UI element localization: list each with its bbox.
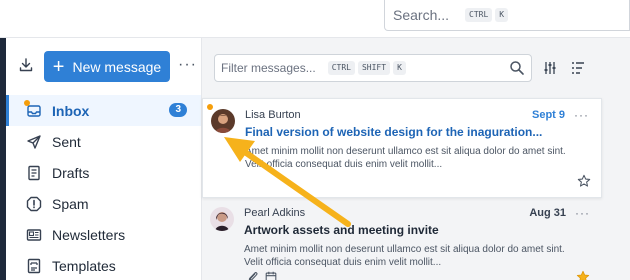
message-card[interactable]: Pearl Adkins Aug 31 ··· Artwork assets a… [202,201,602,280]
message-sender: Pearl Adkins [244,207,306,219]
message-preview: Amet minim mollit non deserunt ullamco e… [244,244,565,268]
sidebar-item-label: Templates [52,257,116,274]
top-bar: Search... CTRL K [0,0,630,38]
message-list-pane: Filter messages... CTRL SHIFT K Lisa Bur… [202,38,630,280]
sidebar-item-label: Sent [52,133,81,150]
unread-count-badge: 3 [169,103,187,117]
filter-messages-input[interactable]: Filter messages... CTRL SHIFT K [214,54,532,82]
global-search-placeholder: Search... [393,7,450,23]
sidebar-item-label: Newsletters [52,226,126,243]
spam-icon [26,196,42,211]
shortcut-key: K [495,8,509,22]
new-message-button[interactable]: + New message [44,51,170,82]
sort-list-icon[interactable] [570,60,586,76]
shortcut-key: K [393,61,406,75]
folder-nav: Inbox 3 Sent Drafts Spam Newsletters Tem… [6,95,201,280]
new-message-label: New message [72,58,162,75]
global-search-input[interactable]: Search... CTRL K [384,0,630,31]
plus-icon: + [52,55,65,78]
avatar [211,109,235,133]
shortcut-key: CTRL [327,61,355,75]
star-icon[interactable] [576,270,590,280]
shortcut-key: CTRL [465,8,493,22]
avatar [210,207,234,231]
unread-indicator [207,104,213,110]
sidebar-item-sent[interactable]: Sent [6,126,201,157]
sidebar-item-drafts[interactable]: Drafts [6,157,201,188]
message-more-icon[interactable]: ··· [574,108,589,122]
filter-settings-icon[interactable] [542,60,558,76]
calendar-icon [265,271,277,280]
sidebar-item-label: Drafts [52,164,90,181]
download-icon[interactable] [18,57,34,73]
message-card[interactable]: Lisa Burton Sept 9 ··· Final version of … [202,98,602,198]
sidebar-item-label: Inbox [52,102,90,119]
sidebar-item-templates[interactable]: Templates [6,250,201,280]
message-subject: Final version of website design for the … [245,125,543,139]
message-sender: Lisa Burton [245,109,301,121]
sidebar-item-inbox[interactable]: Inbox 3 [6,95,201,126]
sidebar-item-spam[interactable]: Spam [6,188,201,219]
send-icon [27,134,41,149]
more-options-icon[interactable]: ··· [178,56,197,74]
star-icon[interactable] [577,174,591,188]
template-icon [27,258,41,273]
filter-placeholder: Filter messages... [221,61,316,75]
sidebar-item-label: Spam [52,195,89,212]
message-date: Aug 31 [529,207,566,219]
unread-indicator [24,100,30,106]
message-subject: Artwork assets and meeting invite [244,223,439,237]
sidebar: + New message ··· Inbox 3 Sent Drafts Sp… [6,38,202,280]
shortcut-key: SHIFT [357,61,391,75]
search-icon[interactable] [509,60,525,76]
drafts-icon [28,165,40,180]
newsletter-icon [26,228,42,241]
message-date: Sept 9 [531,109,565,121]
sidebar-item-newsletters[interactable]: Newsletters [6,219,201,250]
message-preview: Amet minim mollit non deserunt ullamco e… [245,146,566,170]
message-more-icon[interactable]: ··· [575,206,590,220]
attachment-icon [248,272,258,280]
